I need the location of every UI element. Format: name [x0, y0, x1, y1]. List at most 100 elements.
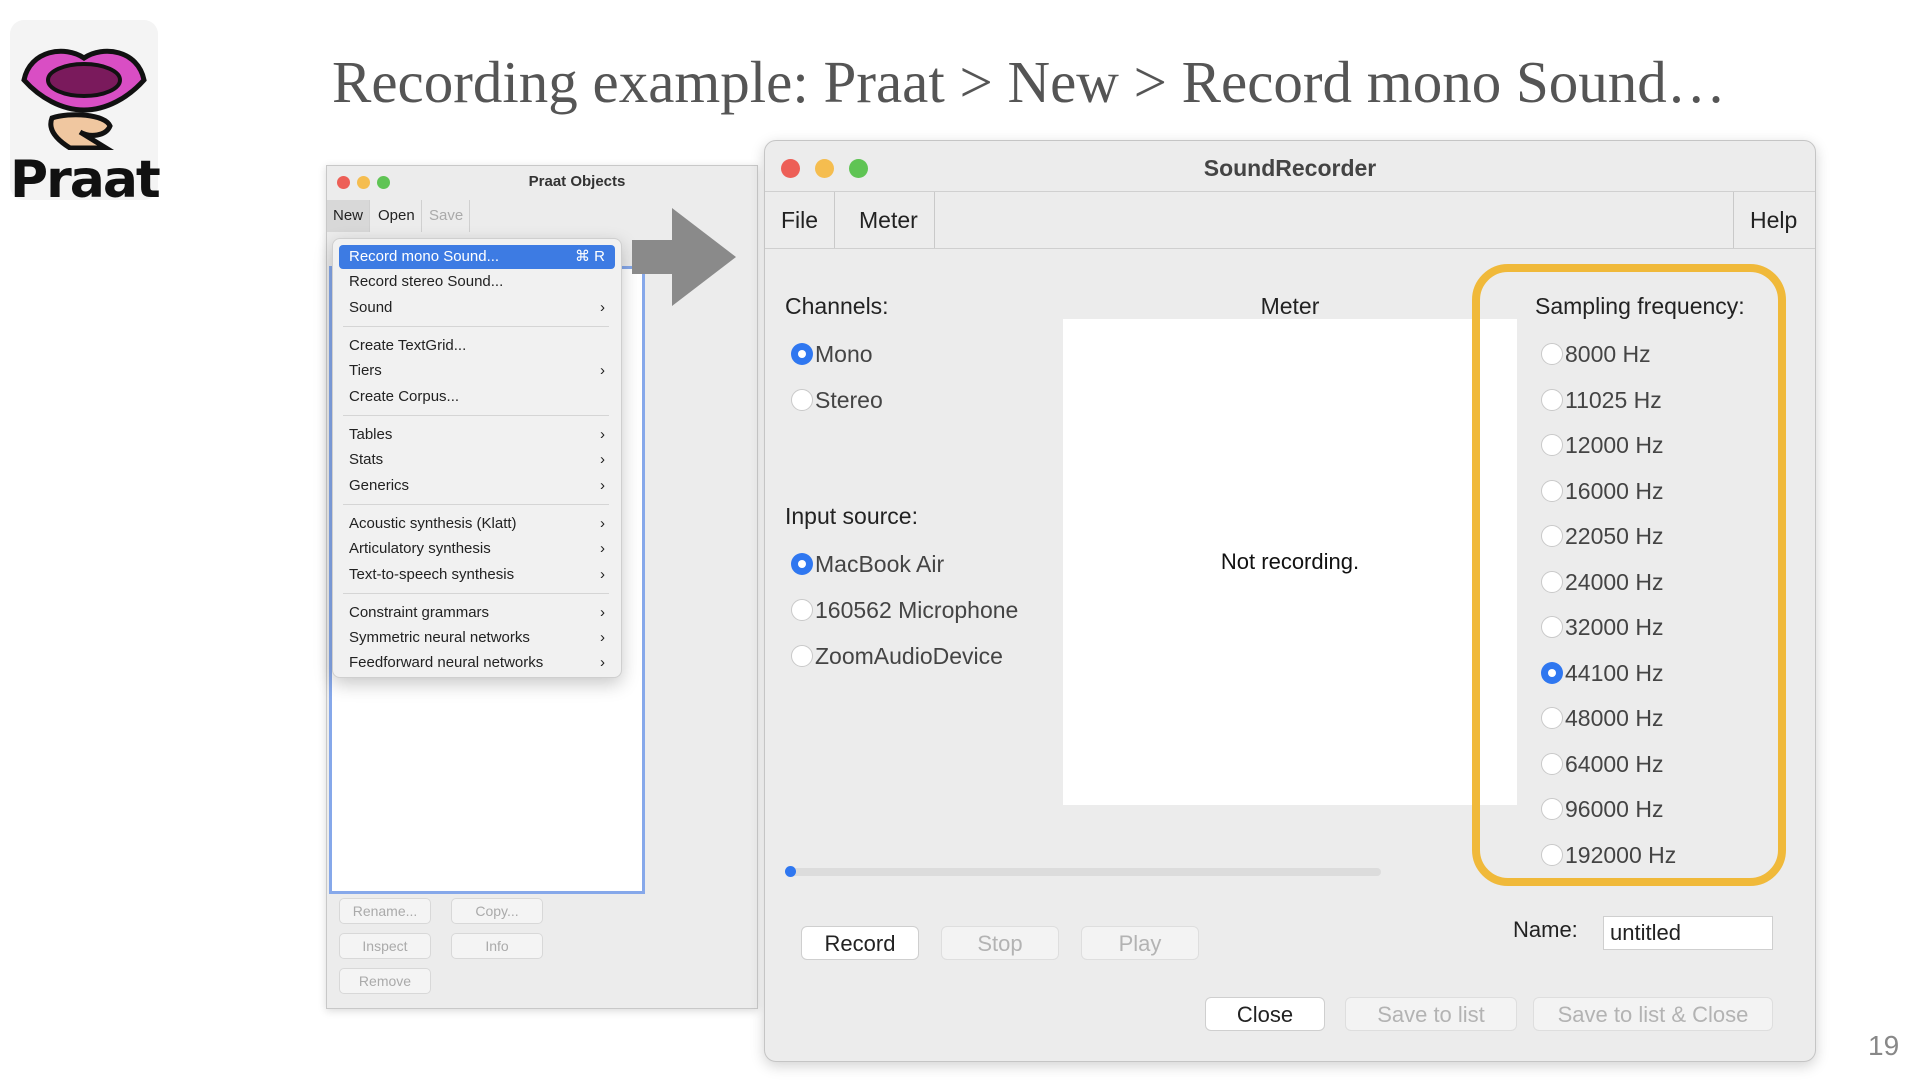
- menu-item-feedforward-nn[interactable]: Feedforward neural networks ›: [339, 651, 615, 675]
- radio-selected-icon: [791, 552, 813, 575]
- radio-empty-icon: [791, 644, 813, 667]
- menu-save[interactable]: Save: [423, 200, 471, 232]
- radio-mono[interactable]: Mono: [791, 339, 873, 369]
- menu-item-acoustic-synthesis[interactable]: Acoustic synthesis (Klatt) ›: [339, 512, 615, 536]
- info-button[interactable]: Info: [451, 933, 543, 959]
- menu-item-label: Stats: [349, 451, 384, 468]
- record-button[interactable]: Record: [801, 926, 919, 960]
- menu-item-symmetric-nn[interactable]: Symmetric neural networks ›: [339, 626, 615, 650]
- menu-item-stats[interactable]: Stats ›: [339, 448, 615, 472]
- radio-empty-icon: [791, 388, 813, 411]
- menu-divider: [343, 326, 609, 327]
- menu-item-tts-synthesis[interactable]: Text-to-speech synthesis ›: [339, 563, 615, 587]
- chevron-right-icon: ›: [600, 566, 605, 583]
- menu-item-label: Record mono Sound...: [349, 248, 500, 265]
- arrow-right-icon: [632, 208, 736, 306]
- menu-item-create-corpus[interactable]: Create Corpus...: [339, 385, 615, 409]
- new-dropdown-menu: Record mono Sound... ⌘ R Record stereo S…: [332, 238, 622, 678]
- menu-item-label: Feedforward neural networks: [349, 654, 544, 671]
- praat-logo: Praat: [10, 20, 161, 210]
- menu-new[interactable]: New: [327, 200, 371, 232]
- recorder-titlebar: SoundRecorder: [765, 141, 1815, 192]
- menu-item-record-stereo[interactable]: Record stereo Sound...: [339, 270, 615, 294]
- chevron-right-icon: ›: [600, 362, 605, 379]
- radio-microphone[interactable]: 160562 Microphone: [791, 595, 1018, 625]
- meter-display: Not recording.: [1063, 319, 1517, 805]
- save-to-list-and-close-button[interactable]: Save to list & Close: [1533, 997, 1773, 1031]
- menu-item-label: Acoustic synthesis (Klatt): [349, 515, 517, 532]
- menu-item-create-textgrid[interactable]: Create TextGrid...: [339, 334, 615, 358]
- menu-item-label: Sound: [349, 299, 393, 316]
- radio-empty-icon: [791, 598, 813, 621]
- page-number: 19: [1868, 1030, 1900, 1061]
- close-button[interactable]: Close: [1205, 997, 1325, 1031]
- menu-open[interactable]: Open: [372, 200, 422, 232]
- window-title: Praat Objects: [528, 173, 626, 190]
- objects-titlebar: Praat Objects: [327, 166, 757, 196]
- shortcut-label: ⌘ R: [575, 248, 605, 265]
- progress-indicator: [785, 866, 796, 877]
- meter-label: Meter: [1260, 293, 1320, 319]
- menu-item-sound[interactable]: Sound ›: [339, 296, 615, 320]
- sampling-frequency-highlight: [1472, 264, 1786, 886]
- menu-item-label: Generics: [349, 477, 410, 494]
- radio-zoom-audio[interactable]: ZoomAudioDevice: [791, 641, 1003, 671]
- menu-item-record-mono[interactable]: Record mono Sound... ⌘ R: [339, 245, 615, 269]
- recording-progress-bar: [787, 868, 1381, 876]
- name-input[interactable]: [1603, 916, 1773, 950]
- chevron-right-icon: ›: [600, 477, 605, 494]
- menu-meter[interactable]: Meter: [843, 192, 935, 248]
- menu-item-tiers[interactable]: Tiers ›: [339, 359, 615, 383]
- radio-label: Mono: [815, 341, 873, 367]
- window-title: SoundRecorder: [1203, 155, 1377, 181]
- radio-label: MacBook Air: [815, 551, 945, 577]
- radio-label: 160562 Microphone: [815, 597, 1019, 623]
- chevron-right-icon: ›: [600, 426, 605, 443]
- menu-item-label: Constraint grammars: [349, 604, 490, 621]
- menu-item-label: Create Corpus...: [349, 388, 460, 405]
- radio-macbook-air[interactable]: MacBook Air: [791, 549, 944, 579]
- name-label: Name:: [1513, 917, 1578, 942]
- input-source-label: Input source:: [785, 503, 918, 529]
- menu-divider: [343, 504, 609, 505]
- chevron-right-icon: ›: [600, 604, 605, 621]
- slide-title: Recording example: Praat > New > Record …: [332, 49, 1726, 115]
- meter-status: Not recording.: [1220, 549, 1360, 574]
- play-button[interactable]: Play: [1081, 926, 1199, 960]
- menu-item-label: Articulatory synthesis: [349, 540, 491, 557]
- menu-file[interactable]: File: [765, 192, 836, 248]
- menu-item-articulatory-synthesis[interactable]: Articulatory synthesis ›: [339, 537, 615, 561]
- menu-item-label: Tiers: [349, 362, 382, 379]
- menu-item-label: Create TextGrid...: [349, 337, 467, 354]
- chevron-right-icon: ›: [600, 540, 605, 557]
- chevron-right-icon: ›: [600, 654, 605, 671]
- menu-divider: [343, 593, 609, 594]
- radio-label: Stereo: [815, 387, 883, 413]
- lips-icon: [21, 48, 147, 150]
- menu-item-label: Symmetric neural networks: [349, 629, 530, 646]
- radio-label: ZoomAudioDevice: [815, 643, 1003, 669]
- chevron-right-icon: ›: [600, 515, 605, 532]
- menu-item-tables[interactable]: Tables ›: [339, 423, 615, 447]
- menu-item-label: Record stereo Sound...: [349, 273, 504, 290]
- menu-help[interactable]: Help: [1733, 192, 1813, 248]
- menu-item-label: Tables: [349, 426, 393, 443]
- copy-button[interactable]: Copy...: [451, 898, 543, 924]
- radio-selected-icon: [791, 342, 813, 365]
- chevron-right-icon: ›: [600, 299, 605, 316]
- save-to-list-button[interactable]: Save to list: [1345, 997, 1517, 1031]
- remove-button[interactable]: Remove: [339, 968, 431, 994]
- menu-item-constraint-grammars[interactable]: Constraint grammars ›: [339, 601, 615, 625]
- rename-button[interactable]: Rename...: [339, 898, 431, 924]
- menu-divider: [343, 415, 609, 416]
- chevron-right-icon: ›: [600, 629, 605, 646]
- menu-item-generics[interactable]: Generics ›: [339, 474, 615, 498]
- radio-stereo[interactable]: Stereo: [791, 385, 883, 415]
- recorder-menubar: File Meter Help: [765, 192, 1815, 249]
- channels-label: Channels:: [785, 293, 889, 319]
- chevron-right-icon: ›: [600, 451, 605, 468]
- stop-button[interactable]: Stop: [941, 926, 1059, 960]
- inspect-button[interactable]: Inspect: [339, 933, 431, 959]
- logo-text: Praat: [10, 150, 161, 210]
- menu-item-label: Text-to-speech synthesis: [349, 566, 515, 583]
